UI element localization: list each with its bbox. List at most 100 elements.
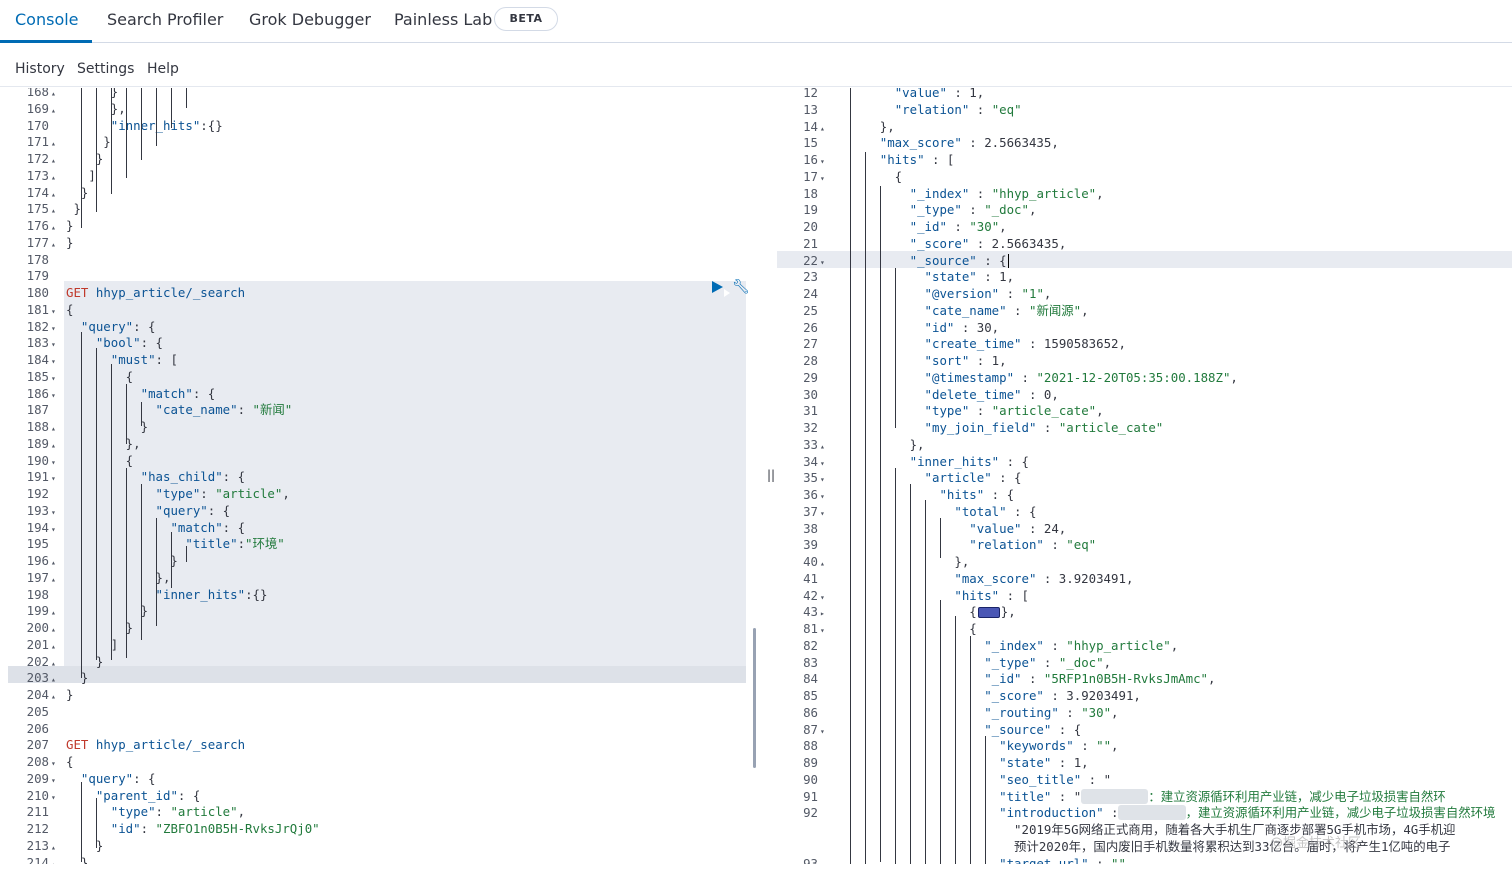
code-line[interactable]: 39 "relation" : "eq" [777, 536, 1096, 553]
code-line[interactable]: 210 ▾ "parent_id": { [8, 787, 201, 804]
menu-help[interactable]: Help [147, 61, 179, 77]
code-line[interactable]: 28 "sort" : 1, [777, 352, 1007, 369]
code-line[interactable]: 184 ▾ "must": [ [8, 351, 178, 368]
code-line[interactable]: 177 ▴} [8, 234, 74, 251]
code-line[interactable]: 83 "_type" : "_doc", [777, 654, 1111, 671]
code-line[interactable]: 183 ▾ "bool": { [8, 334, 163, 351]
code-line[interactable]: 173 ▴ ] [8, 167, 96, 184]
code-line[interactable]: 42 ▾ "hits" : [ [777, 587, 1029, 604]
code-line[interactable]: 192 "type": "article", [8, 485, 290, 502]
code-text: "type": "article", [110, 804, 246, 820]
code-line[interactable]: 205 [8, 703, 66, 720]
code-text: } [66, 184, 89, 200]
code-line[interactable]: 176 ▴} [8, 217, 74, 234]
code-line[interactable]: 26 "id" : 30, [777, 319, 999, 336]
code-line[interactable]: 21 "_score" : 2.5663435, [777, 235, 1066, 252]
code-line[interactable]: 208 ▾{ [8, 753, 74, 770]
code-line[interactable]: 87 ▾ "_source" : { [777, 721, 1081, 738]
collapsed-block-icon[interactable] [977, 607, 1000, 619]
code-line[interactable]: 181 ▾{ [8, 301, 74, 318]
code-line[interactable]: 199 ▴ } [8, 602, 148, 619]
code-line[interactable]: 41 "max_score" : 3.9203491, [777, 570, 1133, 587]
code-line[interactable]: 86 "_routing" : "30", [777, 704, 1118, 721]
menu-settings[interactable]: Settings [77, 61, 134, 77]
code-line[interactable]: 211 "type": "article", [8, 803, 245, 820]
code-line[interactable]: 204 ▴} [8, 686, 74, 703]
code-line[interactable]: 213 ▴ } [8, 837, 104, 854]
code-line[interactable]: 172 ▴ } [8, 150, 104, 167]
code-line[interactable]: 196 ▴ } [8, 552, 178, 569]
request-editor[interactable]: 168▴ }169▴ },170 "inner_hits":{}171▴ }17… [8, 88, 748, 864]
code-line[interactable]: 214 ▴ }, [8, 854, 96, 865]
line-number: 92 [803, 805, 818, 821]
code-line[interactable]: 175 ▴ } [8, 200, 81, 217]
code-line[interactable]: 187 "cate_name": "新闻" [8, 401, 293, 418]
response-output[interactable]: 12 "value" : 1, 13 "relation" : "eq" 14 ▴ }… [777, 88, 1512, 864]
code-line[interactable]: 91 "title" : "XXXXXXXXX：建立资源循环利用产业链，减少电子… [777, 788, 1446, 805]
play-icon[interactable] [712, 281, 730, 297]
code-line[interactable]: 19 "_type" : "_doc", [777, 201, 1036, 218]
code-line[interactable]: 81 ▾ { [777, 620, 977, 637]
line-number: 15 [803, 135, 818, 151]
code-line[interactable]: 20 "_id" : "30", [777, 218, 1007, 235]
tab-search-profiler[interactable]: Search Profiler [107, 10, 223, 29]
code-line[interactable]: 14 ▴ }, [777, 118, 895, 135]
code-line[interactable]: 174 ▴ } [8, 184, 89, 201]
code-line[interactable]: 90 "seo_title" : " [777, 771, 1111, 788]
code-line[interactable]: 12 "value" : 1, [777, 88, 984, 101]
code-line[interactable]: 22 ▾ "_source" : { [777, 252, 1009, 269]
code-line[interactable]: 170 "inner_hits":{} [8, 117, 223, 134]
code-line[interactable]: 35 ▾ "article" : { [777, 469, 1021, 486]
tab-grok-debugger[interactable]: Grok Debugger [249, 10, 371, 29]
menu-history[interactable]: History [15, 61, 65, 77]
code-line[interactable]: 189 ▴ }, [8, 435, 141, 452]
code-line[interactable]: 43 ▸ {}, [777, 603, 1016, 620]
code-line[interactable]: 13 "relation" : "eq" [777, 101, 1021, 118]
code-line[interactable]: 30 "delete_time" : 0, [777, 386, 1059, 403]
code-line[interactable]: 32 "my_join_field" : "article_cate" [777, 419, 1163, 436]
tab-console[interactable]: Console [15, 10, 79, 29]
code-line[interactable]: 197 ▴ }, [8, 569, 171, 586]
code-line[interactable]: 88 "keywords" : "", [777, 737, 1118, 754]
line-number: 91 [803, 788, 818, 804]
code-line[interactable]: 34 ▾ "inner_hits" : { [777, 453, 1029, 470]
code-line[interactable]: 24 "@version" : "1", [777, 285, 1051, 302]
resizer-handle-icon[interactable]: || [767, 468, 775, 482]
code-line[interactable]: 31 "type" : "article_cate", [777, 402, 1104, 419]
code-line[interactable]: 188 ▴ } [8, 418, 148, 435]
editor-scrollbar[interactable] [753, 628, 756, 768]
code-line[interactable]: 193 ▾ "query": { [8, 502, 231, 519]
code-line[interactable]: 179 [8, 267, 66, 284]
code-line[interactable]: 202 ▴ } [8, 653, 104, 670]
code-line[interactable]: 25 "cate_name" : "新闻源", [777, 302, 1088, 319]
code-line[interactable]: 37 ▾ "total" : { [777, 503, 1036, 520]
code-line[interactable]: 195 "title":"环境" [8, 535, 285, 552]
code-line[interactable]: 190 ▾ { [8, 452, 134, 469]
code-line[interactable]: 203 ▴ } [8, 669, 89, 686]
tab-painless-lab[interactable]: Painless Lab [394, 10, 492, 29]
code-line[interactable]: 15 "max_score" : 2.5663435, [777, 134, 1059, 151]
code-line[interactable]: 201 ▴ ] [8, 636, 119, 653]
code-line[interactable]: 85 "_score" : 3.9203491, [777, 687, 1141, 704]
fold-arrow-icon[interactable]: ▴ [49, 856, 66, 865]
code-line[interactable]: 178 [8, 251, 66, 268]
code-line[interactable]: 82 "_index" : "hhyp_article", [777, 637, 1178, 654]
code-line[interactable]: 27 "create_time" : 1590583652, [777, 335, 1126, 352]
code-line[interactable]: 84 "_id" : "5RFP1n0B5H-RvksJmAmc", [777, 670, 1215, 687]
code-line[interactable]: 185 ▾ { [8, 368, 134, 385]
code-line[interactable]: 29 "@timestamp" : "2021-12-20T05:35:00.1… [777, 369, 1238, 386]
wrench-icon[interactable]: 🔧︎ [732, 278, 750, 295]
code-line[interactable]: 17 ▾ { [777, 168, 902, 185]
code-line[interactable]: 18 "_index" : "hhyp_article", [777, 185, 1104, 202]
code-line[interactable]: 169 ▴ }, [8, 100, 126, 117]
code-line[interactable]: 200 ▴ } [8, 619, 134, 636]
code-line[interactable]: 206 [8, 720, 66, 737]
code-line[interactable]: 198 "inner_hits":{} [8, 586, 268, 603]
code-line[interactable]: 168 ▴ } [8, 88, 119, 100]
code-line[interactable]: 212 "id": "ZBFO1n0B5H-RvksJrQj0" [8, 820, 320, 837]
code-line[interactable]: 89 "state" : 1, [777, 754, 1089, 771]
code-line[interactable]: 207 GET hhyp_article/_search [8, 736, 245, 753]
code-line[interactable]: 180 GET hhyp_article/_search [8, 284, 245, 301]
code-line[interactable]: 92 "introduction" :XXXXXXXXX，建立资源循环利用产业链… [777, 804, 1495, 821]
code-line[interactable]: 38 "value" : 24, [777, 520, 1066, 537]
